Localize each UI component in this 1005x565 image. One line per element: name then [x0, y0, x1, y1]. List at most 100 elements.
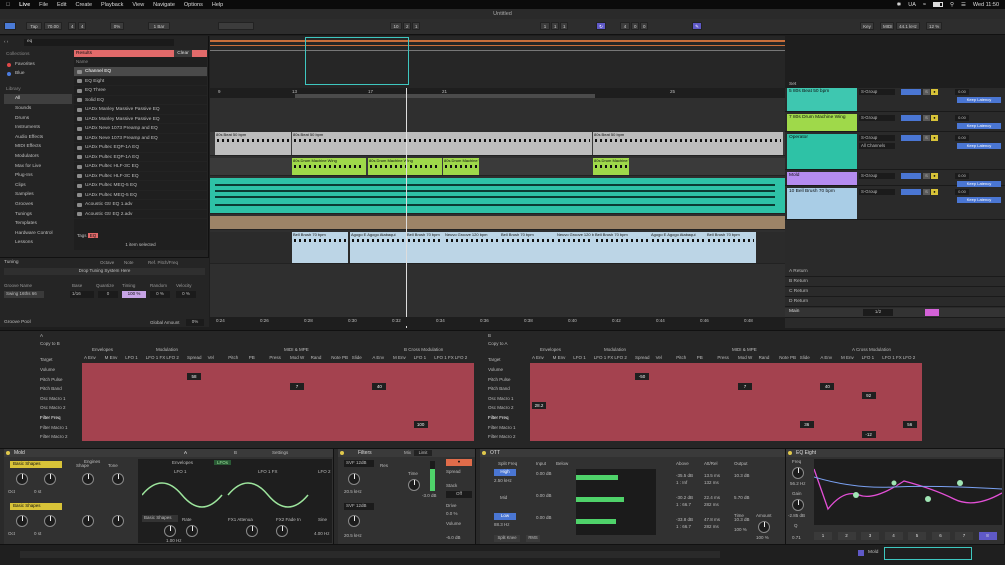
matrix-column-header[interactable]: Rand	[311, 355, 322, 360]
track-delay-value[interactable]: 0.00	[955, 89, 969, 95]
loop-start-bar[interactable]: 1	[540, 22, 550, 30]
result-item[interactable]: UADx Pultec MEQ-5 EQ	[74, 191, 207, 200]
tone-knob[interactable]	[112, 473, 124, 485]
lfo-waveform[interactable]	[142, 477, 322, 513]
sidebar-item-instruments[interactable]: Instruments	[4, 123, 72, 133]
solo-button[interactable]: S	[923, 189, 930, 195]
result-item[interactable]: Acoustic Gtr EQ 2.adv	[74, 210, 207, 219]
apple-icon[interactable]: 	[6, 2, 10, 8]
clock[interactable]: Wed 11:50	[973, 2, 999, 8]
arrangement-clip[interactable]: Bell Brush 70 bpm	[706, 232, 756, 263]
matrix-value-cell[interactable]: 40	[820, 382, 835, 390]
midi-map-button[interactable]: MIDI	[880, 22, 894, 30]
loop-brace[interactable]	[295, 94, 595, 98]
arrangement-clip[interactable]: 80s Beat 50 bpm	[292, 132, 592, 155]
menu-edit[interactable]: Edit	[57, 2, 66, 8]
groove-velocity-value[interactable]: 0 %	[176, 291, 196, 298]
keep-latency-button[interactable]: Keep Latency	[957, 97, 1001, 103]
sidebar-item-modulators[interactable]: Modulators	[4, 152, 72, 162]
sidebar-item-drums[interactable]: Drums	[4, 114, 72, 124]
sidebar-item-all[interactable]: All	[4, 94, 72, 104]
band-high-button[interactable]: High	[494, 469, 516, 476]
menu-navigate[interactable]: Navigate	[153, 2, 175, 8]
overview-strip[interactable]	[210, 36, 785, 88]
matrix-column-header[interactable]: Press	[717, 355, 729, 360]
sidebar-item-templates[interactable]: Templates	[4, 219, 72, 229]
engine-tab-b[interactable]: B	[234, 450, 237, 455]
track-lane-bell-brush[interactable]: Bell Brush 70 bpm Agogo E Agogo Atabaqui B…	[210, 232, 785, 264]
matrix-row-label[interactable]: Volume	[488, 367, 503, 372]
envelopes-tab[interactable]: Envelopes	[172, 460, 193, 465]
result-item[interactable]: UADx Manley Massive Passive EQ	[74, 105, 207, 115]
arrangement-clip[interactable]: 80s Beat 50 bpm	[215, 132, 291, 155]
matrix-column-header[interactable]: Pitch	[676, 355, 686, 360]
matrix-grid[interactable]	[82, 363, 474, 441]
eq-gain-knob[interactable]	[792, 499, 804, 511]
split-knee-button[interactable]: Split Knee	[494, 535, 520, 542]
menu-file[interactable]: File	[39, 2, 48, 8]
matrix-column-header[interactable]: A Env	[532, 355, 544, 360]
menu-create[interactable]: Create	[76, 2, 93, 8]
matrix-column-header[interactable]: Mod W	[290, 355, 304, 360]
arrangement-clip[interactable]: 80s Drum Machine Wing	[443, 158, 479, 175]
quantize-field[interactable]: 1 Bar	[148, 22, 170, 30]
matrix-column-header[interactable]: LFO 1 FX	[882, 355, 902, 360]
matrix-column-header[interactable]: Note PB	[331, 355, 348, 360]
mixer-track-row[interactable]: Operator S-Group S ● 0.00 Keep Latency All Cha…	[785, 134, 1005, 170]
groove-row-name[interactable]: Swing 16ths 66	[4, 291, 44, 298]
ott-title[interactable]: OTT	[480, 449, 785, 457]
matrix-column-header[interactable]: LFO 1 FX	[594, 355, 614, 360]
clip-operator[interactable]	[210, 178, 785, 213]
result-item[interactable]: UADx Pultec EQP-1A EQ	[74, 153, 207, 162]
return-c[interactable]: C Return	[785, 288, 1005, 297]
track-delay-value[interactable]: 0.00	[955, 135, 969, 141]
track-header-name[interactable]: Operator	[787, 134, 857, 169]
tap-button[interactable]: Tap	[26, 22, 42, 30]
matrix-row-label[interactable]: Osc Macro 1	[488, 396, 514, 401]
matrix-column-header[interactable]: Slide	[352, 355, 362, 360]
matrix-column-header[interactable]: LFO 1 FX	[434, 355, 454, 360]
matrix-column-header[interactable]: PB	[249, 355, 255, 360]
stack-select[interactable]: Off	[446, 491, 472, 498]
matrix-row-label[interactable]: Osc Macro 2	[488, 405, 514, 410]
eq-band-button[interactable]: 1	[814, 532, 832, 540]
arm-button[interactable]: ●	[931, 189, 938, 195]
sidebar-item-max-for-live[interactable]: Max for Live	[4, 162, 72, 172]
eq-band-button[interactable]: 2	[837, 532, 856, 540]
matrix-column-header[interactable]: M Env	[841, 355, 854, 360]
keep-latency-button[interactable]: Keep Latency	[957, 123, 1001, 129]
matrix-value-cell[interactable]: 7	[290, 382, 304, 390]
loop-length-beat[interactable]: 0	[631, 22, 639, 30]
settings-tab[interactable]: Settings	[272, 450, 288, 455]
result-item[interactable]: UADx Pultec MEQ-5 EQ	[74, 181, 207, 191]
track-routing-select[interactable]: S-Group	[859, 135, 895, 141]
osc-b-select[interactable]: Basic Shapes	[10, 503, 62, 510]
osc-a-knob-1[interactable]	[16, 473, 28, 485]
groove-base-select[interactable]: 1/16	[70, 291, 94, 298]
matrix-column-header[interactable]: A Env	[372, 355, 384, 360]
matrix-column-header[interactable]: Pitch	[228, 355, 238, 360]
matrix-grid[interactable]	[530, 363, 922, 441]
osc-b-knob-1[interactable]	[16, 515, 28, 527]
sidebar-item-favorites[interactable]: Favorites	[4, 60, 72, 70]
solo-button[interactable]: S	[923, 173, 930, 179]
track-volume-bar[interactable]	[901, 89, 921, 95]
loop-toggle-button[interactable]: ↻	[596, 22, 606, 30]
rms-button[interactable]: RMS	[526, 535, 540, 542]
matrix-column-header[interactable]: A Env	[820, 355, 832, 360]
matrix-value-cell[interactable]: 40	[372, 382, 387, 390]
control-center-icon[interactable]: ☰	[961, 2, 966, 8]
matrix-column-header[interactable]: Mod W	[738, 355, 752, 360]
loop-length-bar[interactable]: 4	[620, 22, 630, 30]
track-header-name[interactable]: Mold	[787, 172, 857, 185]
name-column-header[interactable]: Name	[74, 58, 207, 67]
track-routing-select[interactable]: S-Group	[859, 173, 895, 179]
result-item[interactable]: UADx Manley Massive Passive EQ	[74, 115, 207, 124]
result-item[interactable]: Solid EQ	[74, 96, 207, 105]
track-lane-mold[interactable]	[210, 216, 785, 230]
sidebar-item-audio-effects[interactable]: Audio Effects	[4, 133, 72, 143]
matrix-column-header[interactable]: PB	[697, 355, 703, 360]
mixer-track-row[interactable]: 7 80s Drum Machine Wing S-Group S ● 0.00 Keep…	[785, 114, 1005, 132]
matrix-row-label[interactable]: Osc Macro 2	[40, 405, 66, 410]
track-delay-value[interactable]: 0.00	[955, 189, 969, 195]
